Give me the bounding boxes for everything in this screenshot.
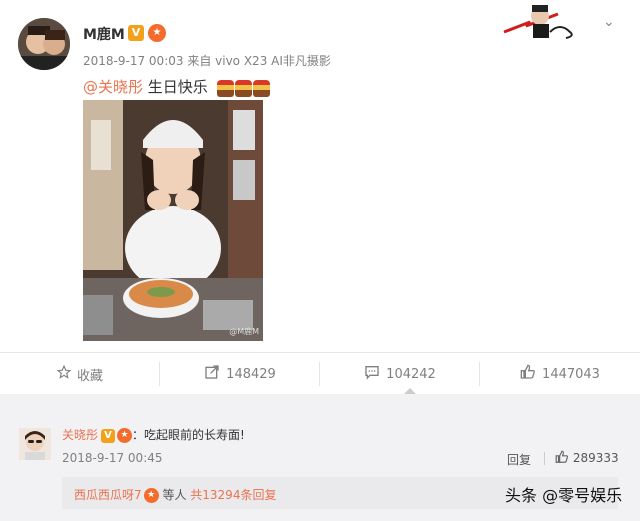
post-photo[interactable]: @M鹿M [83, 100, 263, 341]
comment-count: 104242 [386, 366, 436, 382]
post-source: 来自 vivo X23 AI非凡摄影 [187, 54, 331, 68]
photo-watermark: @M鹿M [229, 327, 259, 336]
mention-link[interactable]: @关晓彤 [83, 78, 143, 96]
favorite-label: 收藏 [76, 368, 103, 384]
post-text-content: 生日快乐 [147, 78, 208, 96]
brand-logo-icon [500, 2, 580, 42]
repost-count: 148429 [226, 366, 276, 382]
comment-like-button[interactable]: 289333 [555, 450, 619, 465]
commenter-name[interactable]: 关晓彤 [62, 428, 98, 442]
comment-line: 关晓彤 V ★ ：吃起眼前的长寿面! [62, 426, 245, 443]
comment-text: ：吃起眼前的长寿面! [132, 428, 245, 442]
comment-timestamp: 2018-9-17 00:45 [62, 451, 163, 465]
level-badge-icon: ★ [117, 428, 133, 443]
action-bar: 收藏 148429 104242 1447043 [0, 352, 640, 396]
cake-icon [216, 79, 234, 97]
like-button[interactable]: 1447043 [480, 353, 640, 395]
reply-user-name[interactable]: 西瓜西瓜呀7 [74, 488, 142, 502]
comment-action-divider [544, 452, 545, 465]
verified-badge-icon: V [128, 25, 144, 41]
thumbs-up-icon [555, 450, 573, 465]
user-avatar[interactable] [18, 18, 70, 70]
reply-middle-text: 等人 [158, 488, 191, 502]
repost-icon [204, 364, 220, 384]
reply-button[interactable]: 回复 [507, 451, 531, 468]
level-badge-icon: ★ [148, 24, 166, 42]
post-timestamp[interactable]: 2018-9-17 00:03 [83, 54, 184, 68]
verified-badge-icon: V [101, 428, 116, 443]
cake-emoji-group [216, 79, 271, 97]
thumbs-up-icon [520, 364, 536, 384]
chevron-down-icon[interactable]: ⌄ [603, 14, 615, 30]
comment-like-count: 289333 [572, 451, 619, 465]
post-username[interactable]: M鹿M [83, 24, 125, 44]
comment-button[interactable]: 104242 [320, 353, 480, 395]
weibo-post: M鹿M V ★ 2018-9-17 00:03 来自 vivo X23 AI非凡… [0, 0, 640, 352]
commenter-avatar[interactable] [19, 428, 51, 460]
post-text: @关晓彤 生日快乐 [83, 76, 271, 97]
cake-icon [252, 79, 270, 97]
reply-count-link[interactable]: 共13294条回复 [190, 488, 276, 502]
like-count: 1447043 [542, 366, 600, 382]
toutiao-watermark: 头条 @零号娱乐 [505, 486, 623, 505]
cake-icon [234, 79, 252, 97]
favorite-button[interactable]: 收藏 [0, 353, 160, 395]
comment-icon [364, 364, 380, 384]
post-meta: 2018-9-17 00:03 来自 vivo X23 AI非凡摄影 [83, 52, 331, 69]
repost-button[interactable]: 148429 [160, 353, 320, 395]
level-badge-icon: ★ [143, 488, 159, 503]
reply-summary-text: 西瓜西瓜呀7 ★ 等人 共13294条回复 [74, 486, 276, 503]
star-icon [56, 364, 72, 383]
